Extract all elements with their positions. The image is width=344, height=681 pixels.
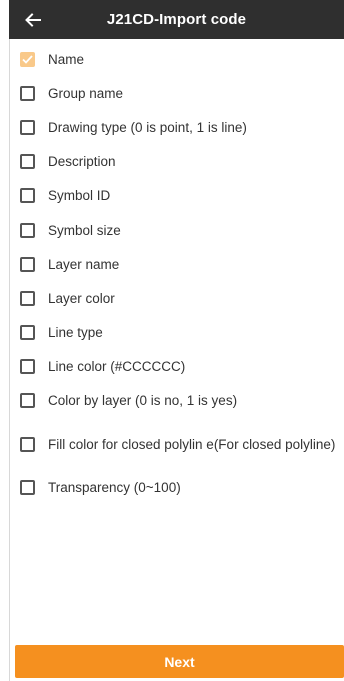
field-label: Group name [48,85,124,101]
check-icon [22,54,33,64]
checkbox-checked[interactable] [20,51,35,67]
checkbox-unchecked[interactable] [20,222,35,238]
field-label: Layer name [48,256,120,272]
checkbox-unchecked[interactable] [20,436,35,452]
checkbox-unchecked[interactable] [20,359,35,375]
field-row[interactable]: Fill color for closed polylin e(For clos… [10,418,344,470]
field-label: Name [48,51,85,67]
app-header: J21CD-Import code [9,0,344,39]
field-row[interactable]: Transparency (0~100) [10,470,344,504]
checkbox-unchecked[interactable] [20,325,35,341]
checkbox-unchecked[interactable] [20,85,35,101]
field-row[interactable]: Color by layer (0 is no, 1 is yes) [10,384,344,418]
next-button[interactable]: Next [15,645,344,678]
page-title: J21CD-Import code [106,11,247,28]
arrow-left-icon [25,12,41,27]
field-label: Drawing type (0 is point, 1 is line) [48,119,247,135]
checkbox-unchecked[interactable] [20,393,35,409]
field-label: Transparency (0~100) [48,479,181,495]
field-row[interactable]: Name [10,42,344,76]
field-row[interactable]: Description [10,145,344,179]
field-label: Symbol ID [48,188,111,204]
field-label: Description [48,154,116,170]
field-label: Symbol size [48,222,121,238]
checkbox-unchecked[interactable] [20,256,35,272]
field-label: Color by layer (0 is no, 1 is yes) [48,393,238,409]
field-row[interactable]: Symbol ID [10,179,344,213]
checkbox-unchecked[interactable] [20,479,35,495]
field-row[interactable]: Line type [10,316,344,350]
field-checkbox-list: Name Group name Drawing type (0 is point, … [10,42,344,504]
field-label: Line type [48,325,103,341]
checkbox-unchecked[interactable] [20,188,35,204]
field-row[interactable]: Layer color [10,281,344,315]
checkbox-unchecked[interactable] [20,154,35,170]
field-row[interactable]: Line color (#CCCCCC) [10,350,344,384]
field-row[interactable]: Layer name [10,247,344,281]
field-row[interactable]: Group name [10,76,344,110]
back-button[interactable] [19,0,47,39]
field-label: Line color (#CCCCCC) [48,359,186,375]
checkbox-unchecked[interactable] [20,119,35,135]
field-row[interactable]: Drawing type (0 is point, 1 is line) [10,110,344,144]
field-label: Layer color [48,290,115,306]
checkbox-unchecked[interactable] [20,290,35,306]
field-row[interactable]: Symbol size [10,213,344,247]
field-label: Fill color for closed polylin e(For clos… [48,436,336,452]
